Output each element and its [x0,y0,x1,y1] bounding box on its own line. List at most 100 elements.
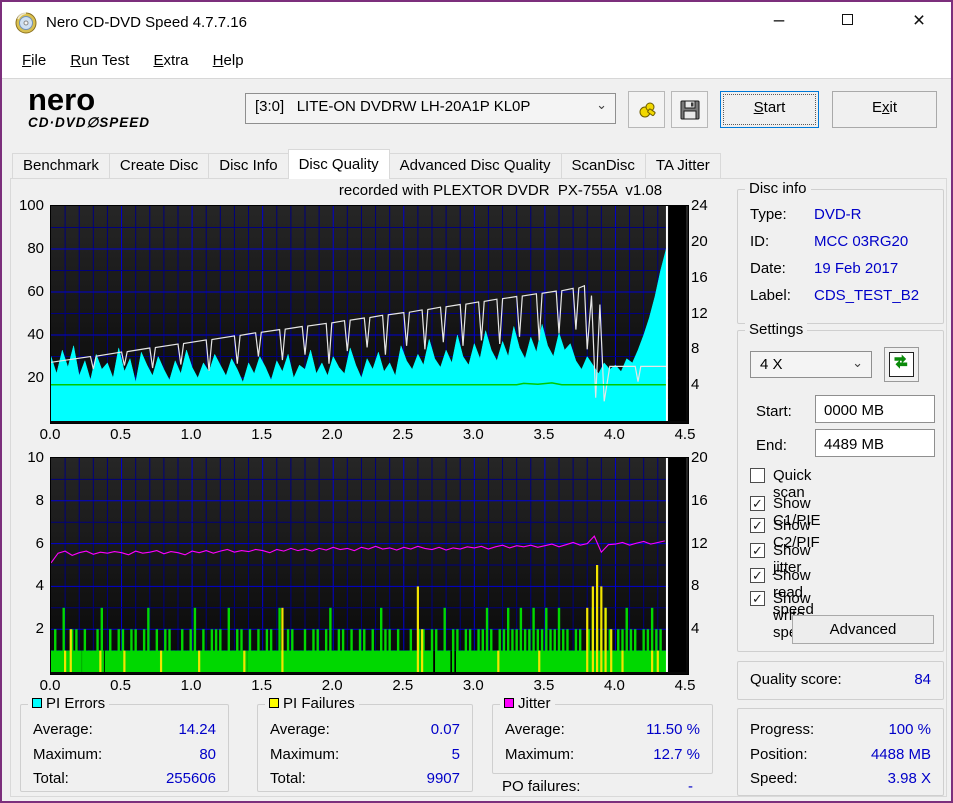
tab-advanced-disc-quality[interactable]: Advanced Disc Quality [388,153,562,179]
disc-label-label: Label: [750,287,791,304]
jitter-stats-group: Jitter Average: 11.50 % Maximum: 12.7 % [492,695,713,774]
drive-select[interactable]: [3:0] LITE-ON DVDRW LH-20A1P KL0P ⌄ [245,93,616,124]
nero-logo-line1: nero [28,82,96,117]
axis-tick: 0.5 [110,426,131,443]
axis-tick: 3.0 [462,426,484,443]
pi-errors-legend-icon [32,698,42,709]
maximize-button[interactable] [824,2,870,40]
axis-tick: 6 [35,534,44,552]
axis-tick: 40 [27,326,44,343]
nero-logo: nero CD·DVD∅SPEED [28,84,150,130]
progress-group: Progress: 100 % Position: 4488 MB Speed: 3.… [737,708,944,796]
tab-disc-quality[interactable]: Disc Quality [287,149,390,179]
menu-help[interactable]: Help [203,46,254,79]
drive-select-value: [3:0] LITE-ON DVDRW LH-20A1P KL0P [255,98,531,115]
pi-errors-stats-title: PI Errors [28,695,110,712]
tab-page-disc-quality: recorded with PLEXTOR DVDR PX-755A v1.08… [10,178,947,797]
exit-button[interactable]: Exit [832,91,937,128]
start-position-label: Start: [756,403,792,420]
po-failures-label: PO failures: [502,778,581,795]
tab-benchmark[interactable]: Benchmark [12,153,110,179]
checkbox-box[interactable]: ✓ [750,568,765,583]
axis-tick: 1.0 [180,677,202,694]
disc-type-label: Type: [750,206,787,223]
speed-value: 3.98 X [887,770,931,787]
advanced-button[interactable]: Advanced [792,615,934,644]
pi-errors-stats-group: PI Errors Average: 14.24 Maximum: 80 Total… [20,695,229,792]
axis-tick: 0.0 [39,677,61,694]
end-position-input[interactable] [815,429,935,457]
start-button[interactable]: Start [720,91,819,128]
pi-errors-maximum: 80 [199,746,216,763]
axis-tick: 24 [691,197,708,214]
save-button[interactable] [671,91,708,128]
axis-tick: 1.5 [251,677,273,694]
pi-failures-plot-area [49,457,689,675]
axis-tick: 8 [691,340,700,358]
checkbox-box[interactable]: ✓ [750,591,765,606]
axis-tick: 20 [691,449,708,466]
tab-disc-info[interactable]: Disc Info [208,153,289,179]
jitter-average: 11.50 % [646,721,700,738]
chart-canvas [49,458,686,672]
axis-tick: 3.5 [533,677,555,694]
title-bar: Nero CD-DVD Speed 4.7.7.16 – × [2,2,951,46]
disc-id-label: ID: [750,233,770,250]
axis-tick: 4.0 [604,426,625,443]
progress-label: Progress: [750,721,815,738]
minimize-button[interactable]: – [756,2,802,40]
app-icon [15,12,37,34]
axis-tick: 4.5 [674,426,696,443]
tab-scandisc[interactable]: ScanDisc [560,153,646,179]
menu-extra[interactable]: Extra [143,46,198,79]
disc-type-value: DVD-R [814,206,862,223]
position-value: 4488 MB [870,746,931,763]
chevron-down-icon: ⌄ [596,97,607,112]
disc-date-value: 19 Feb 2017 [814,260,899,277]
disc-id-value: MCC 03RG20 [814,233,909,250]
chevron-down-icon: ⌄ [852,355,863,370]
pi-failures-stats-group: PI Failures Average: 0.07 Maximum: 5 Total… [257,695,473,792]
start-position-input[interactable] [815,395,935,423]
axis-tick: 100 [18,197,44,214]
options-icon [639,102,656,118]
pi-failures-chart: 2 4 6 8 10 4 8 12 16 20 0.0 0.5 1.0 1.5 2.0 2.5 3.0 3.5 4.… [11,449,725,701]
pi-failures-legend-icon [269,698,279,709]
checkbox-box[interactable]: ✓ [750,496,765,511]
jitter-stats-title: Jitter [500,695,555,712]
options-button[interactable] [628,91,665,128]
checkbox-box[interactable]: ✓ [750,543,765,558]
speed-select-value: 4 X [760,356,783,373]
chart-canvas [50,206,686,422]
axis-tick: 4.5 [674,677,696,694]
quality-score-group: Quality score: 84 [737,661,944,700]
checkbox-box[interactable]: ✓ [750,518,765,533]
app-window: Nero CD-DVD Speed 4.7.7.16 – × File Run … [0,0,953,803]
nero-logo-line2: CD·DVD∅SPEED [28,115,151,130]
axis-tick: 16 [691,491,708,509]
focus-rect [723,94,816,125]
menu-file[interactable]: File [12,46,56,79]
refresh-button[interactable] [884,347,919,382]
axis-tick: 80 [27,240,44,257]
tab-ta-jitter[interactable]: TA Jitter [644,153,721,179]
close-button[interactable]: × [896,2,942,40]
axis-tick: 2.0 [321,426,343,443]
quality-score-label: Quality score: [750,671,842,688]
disc-info-group: Disc info Type: DVD-R ID: MCC 03RG20 Date:… [737,180,944,324]
save-icon [680,100,700,120]
speed-select[interactable]: 4 X ⌄ [750,351,872,378]
maximize-icon [841,13,853,25]
menu-run-test[interactable]: Run Test [60,46,139,79]
tab-strip: Benchmark Create Disc Disc Info Disc Qualit… [12,149,721,179]
disc-date-label: Date: [750,260,786,277]
axis-tick: 10 [27,449,44,466]
settings-group: Settings 4 X ⌄ Start: End: Quick scan ✓S… [737,321,944,652]
toolbar: nero CD·DVD∅SPEED [3:0] LITE-ON DVDRW LH… [2,80,951,150]
pi-failures-stats-title: PI Failures [265,695,359,712]
pi-errors-plot-area [50,205,689,424]
checkbox-box[interactable] [750,468,765,483]
tab-create-disc[interactable]: Create Disc [108,153,210,179]
progress-value: 100 % [888,721,931,738]
pi-failures-maximum: 5 [451,746,460,763]
